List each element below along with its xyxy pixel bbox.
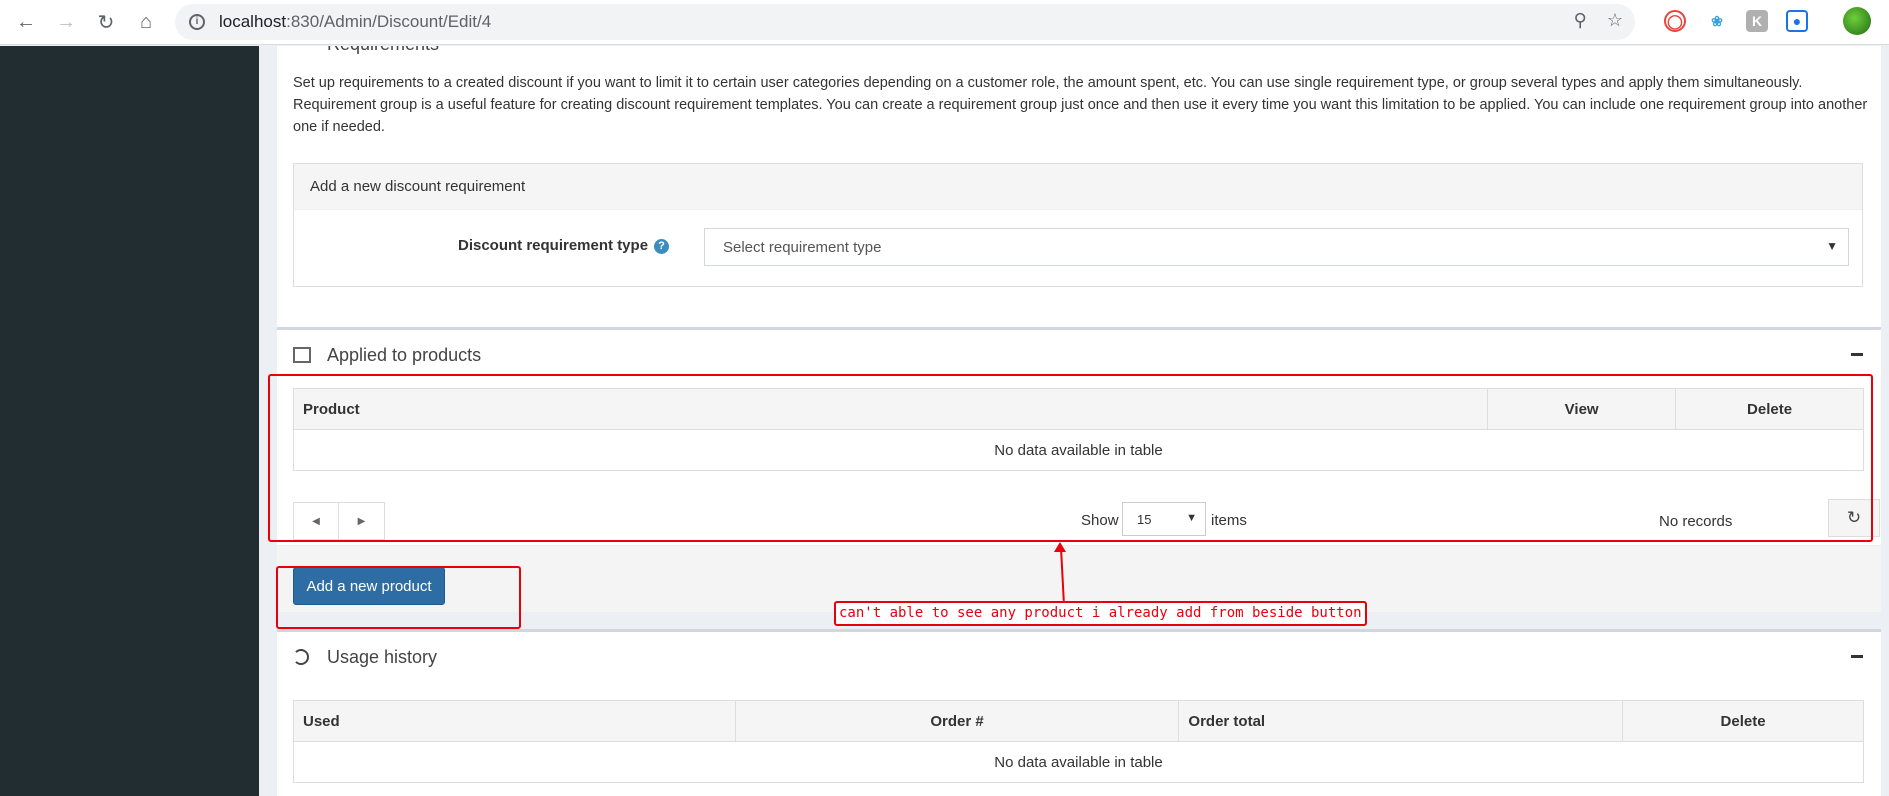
- requirements-panel: Requirements Set up requirements to a cr…: [277, 46, 1881, 360]
- applied-products-header[interactable]: Applied to products: [277, 330, 1881, 380]
- annotation-note: can't able to see any product i already …: [834, 601, 1367, 626]
- forward-icon[interactable]: →: [46, 2, 86, 42]
- usage-history-title: Usage history: [327, 646, 438, 667]
- annotation-box-products: [268, 374, 1873, 542]
- empty-table-message: No data available in table: [293, 741, 1864, 783]
- usage-history-header[interactable]: Usage history: [277, 632, 1881, 682]
- collapse-icon[interactable]: [1851, 353, 1863, 356]
- back-icon[interactable]: ←: [6, 2, 46, 42]
- requirements-description: Set up requirements to a created discoun…: [293, 75, 1868, 135]
- requirements-title: Requirements: [327, 46, 439, 55]
- collapse-icon[interactable]: [1851, 655, 1863, 658]
- products-icon: [293, 347, 311, 363]
- column-header-order-number[interactable]: Order #: [734, 700, 1180, 742]
- column-header-delete[interactable]: Delete: [1622, 700, 1864, 742]
- column-header-used[interactable]: Used: [293, 700, 736, 742]
- usage-history-panel: Usage history Used Order # Order total D…: [277, 629, 1881, 796]
- help-icon[interactable]: ?: [654, 239, 670, 254]
- url-text: localhost:830/Admin/Discount/Edit/4: [219, 12, 492, 31]
- history-icon: [293, 649, 309, 665]
- extension-icon-4[interactable]: ●: [1786, 10, 1808, 32]
- address-bar[interactable]: i localhost:830/Admin/Discount/Edit/4 ⚲ …: [175, 4, 1635, 40]
- bookmark-star-icon[interactable]: ☆: [1607, 10, 1623, 31]
- extension-icon-2[interactable]: ❀: [1706, 10, 1728, 32]
- column-header-order-total[interactable]: Order total: [1178, 700, 1624, 742]
- applied-products-title: Applied to products: [327, 344, 482, 365]
- usage-history-table: Used Order # Order total Delete No data …: [293, 700, 1864, 783]
- dropdown-arrow-icon: ▼: [1826, 239, 1838, 253]
- extension-icon-1[interactable]: ◯: [1664, 10, 1686, 32]
- extension-icon-3[interactable]: K: [1746, 10, 1768, 32]
- requirement-type-select[interactable]: Select requirement type ▼: [704, 228, 1849, 266]
- home-icon[interactable]: ⌂: [126, 2, 166, 42]
- browser-toolbar: ← → ↻ ⌂ i localhost:830/Admin/Discount/E…: [0, 0, 1889, 45]
- annotation-box-button: [276, 566, 521, 629]
- add-requirement-heading: Add a new discount requirement: [294, 164, 1862, 210]
- reload-icon[interactable]: ↻: [86, 2, 126, 42]
- requirement-type-label: Discount requirement type?: [458, 237, 670, 254]
- zoom-icon[interactable]: ⚲: [1574, 10, 1587, 31]
- profile-avatar[interactable]: [1843, 7, 1871, 35]
- site-info-icon[interactable]: i: [189, 14, 205, 30]
- add-requirement-box: Add a new discount requirement Discount …: [293, 163, 1863, 287]
- admin-sidebar: [0, 46, 259, 796]
- annotation-arrow-head: [1054, 542, 1066, 552]
